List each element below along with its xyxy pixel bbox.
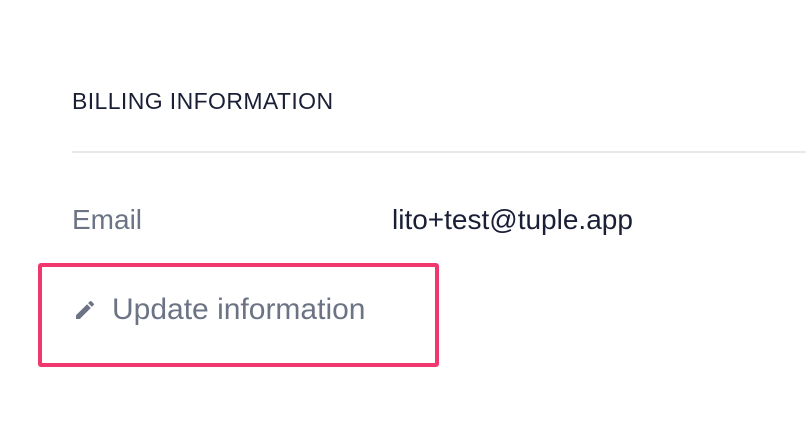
divider bbox=[72, 151, 806, 153]
email-value: lito+test@tuple.app bbox=[392, 204, 633, 235]
pencil-icon bbox=[72, 297, 98, 323]
update-information-link[interactable]: Update information bbox=[72, 293, 365, 327]
email-label: Email bbox=[72, 204, 143, 235]
update-information-label: Update information bbox=[112, 293, 366, 326]
section-title: BILLING INFORMATION bbox=[72, 88, 334, 114]
